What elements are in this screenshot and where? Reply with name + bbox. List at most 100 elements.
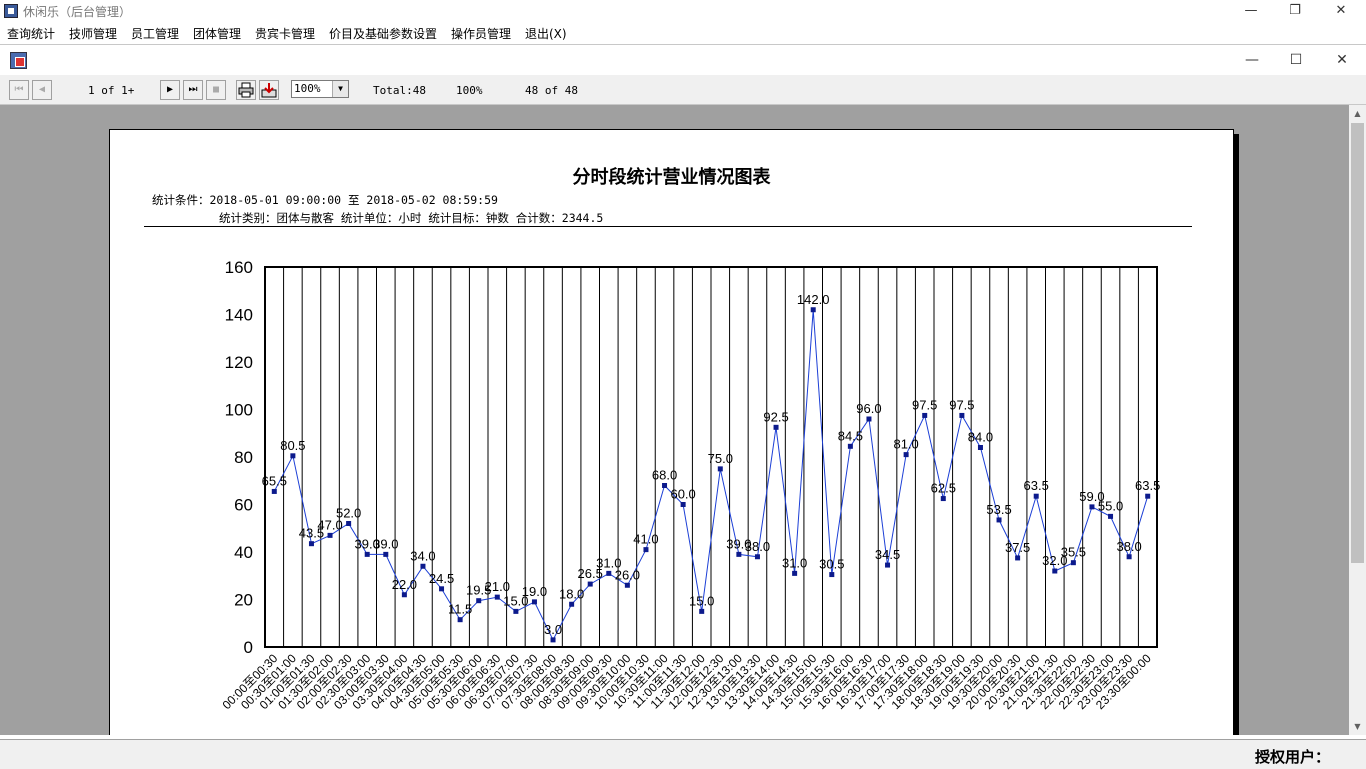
data-point <box>643 547 649 553</box>
data-point <box>903 452 909 458</box>
data-label: 84.0 <box>968 430 993 445</box>
data-label: 96.0 <box>856 401 881 416</box>
data-label: 55.0 <box>1098 498 1123 513</box>
y-tick-label: 0 <box>244 638 253 657</box>
first-page-button[interactable]: ⏮ <box>9 80 29 100</box>
data-label: 39.0 <box>373 536 398 551</box>
data-label: 11.5 <box>448 602 472 617</box>
menu-exit[interactable]: 退出(X) <box>525 25 567 42</box>
data-label: 37.5 <box>1005 540 1030 555</box>
report-category: 统计类别：团体与散客 统计单位：小时 统计目标：钟数 合计数：2344.5 <box>219 211 604 225</box>
data-label: 24.5 <box>429 571 454 586</box>
data-point <box>587 581 593 587</box>
app-title: 休闲乐（后台管理） <box>23 5 132 19</box>
next-page-button[interactable]: ▶ <box>160 80 180 100</box>
data-point <box>346 521 352 526</box>
close-button[interactable]: ✕ <box>1318 0 1364 22</box>
prev-page-button[interactable]: ◀ <box>32 80 52 100</box>
scroll-up-icon[interactable]: ▲ <box>1349 105 1366 122</box>
data-label: 18.0 <box>559 586 584 601</box>
data-label: 97.5 <box>912 397 937 412</box>
app-titlebar: 休闲乐（后台管理） — ❐ ✕ <box>0 0 1366 22</box>
data-point <box>754 554 760 560</box>
report-toolbar: ⏮ ◀ 1 of 1+ ▶ ⏭ ■ 100% ▼ Total:48 100% 4… <box>0 75 1366 105</box>
child-minimize-button[interactable]: — <box>1229 49 1275 71</box>
page-indicator: 1 of 1+ <box>88 84 135 97</box>
menu-bar: 查询统计 技师管理 员工管理 团体管理 贵宾卡管理 价目及基础参数设置 操作员管… <box>0 22 1366 42</box>
report-window-titlebar: — ☐ ✕ <box>0 45 1366 75</box>
data-label: 22.0 <box>392 577 417 592</box>
minimize-button[interactable]: — <box>1228 0 1274 22</box>
data-point <box>308 541 314 547</box>
data-label: 21.0 <box>485 579 510 594</box>
menu-technician[interactable]: 技师管理 <box>69 25 117 42</box>
data-point <box>829 572 835 578</box>
data-label: 19.0 <box>522 584 547 599</box>
data-point <box>717 466 723 472</box>
report-condition: 统计条件：2018-05-01 09:00:00 至 2018-05-02 08… <box>152 193 498 207</box>
data-label: 30.5 <box>819 557 844 572</box>
data-point <box>810 307 816 313</box>
data-point <box>662 483 668 488</box>
data-label: 53.5 <box>986 502 1011 517</box>
data-label: 38.0 <box>1116 539 1141 554</box>
data-label: 62.5 <box>931 481 956 496</box>
stop-button[interactable]: ■ <box>206 80 226 100</box>
zoom-percent: 100% <box>456 84 483 97</box>
data-point <box>327 532 333 538</box>
data-point <box>550 637 556 643</box>
menu-price-settings[interactable]: 价目及基础参数设置 <box>329 25 437 42</box>
menu-staff[interactable]: 员工管理 <box>131 25 179 42</box>
printer-icon[interactable] <box>236 80 256 100</box>
data-point <box>922 412 928 418</box>
data-label: 38.0 <box>745 539 770 554</box>
y-tick-label: 140 <box>225 306 253 325</box>
data-point <box>1052 568 1058 574</box>
menu-group[interactable]: 团体管理 <box>193 25 241 42</box>
y-tick-label: 80 <box>234 448 253 467</box>
data-point <box>940 496 946 502</box>
data-point <box>383 551 389 557</box>
menu-vip-card[interactable]: 贵宾卡管理 <box>255 25 315 42</box>
data-point <box>1145 493 1151 499</box>
data-point <box>364 551 370 557</box>
child-maximize-button[interactable]: ☐ <box>1273 49 1319 71</box>
scroll-down-icon[interactable]: ▼ <box>1349 718 1366 735</box>
data-label: 52.0 <box>336 506 361 521</box>
vertical-scrollbar[interactable]: ▲ ▼ <box>1349 105 1366 735</box>
data-label: 68.0 <box>652 468 677 483</box>
data-point <box>1126 554 1132 560</box>
data-point <box>1070 560 1076 566</box>
menu-query-stats[interactable]: 查询统计 <box>7 25 55 42</box>
data-label: 84.5 <box>838 428 863 443</box>
report-window: — ☐ ✕ ⏮ ◀ 1 of 1+ ▶ ⏭ ■ 100% ▼ Total:48 <box>0 44 1366 769</box>
data-point <box>996 517 1002 523</box>
scroll-thumb[interactable] <box>1351 123 1364 563</box>
report-canvas[interactable]: 分时段统计营业情况图表 统计条件：2018-05-01 09:00:00 至 2… <box>0 105 1349 735</box>
menu-operator[interactable]: 操作员管理 <box>451 25 511 42</box>
data-label: 97.5 <box>949 397 974 412</box>
restore-button[interactable]: ❐ <box>1272 0 1318 22</box>
data-label: 34.0 <box>410 548 435 563</box>
last-page-button[interactable]: ⏭ <box>183 80 203 100</box>
data-label: 63.5 <box>1024 478 1049 493</box>
data-label: 41.0 <box>633 532 658 547</box>
data-point <box>1108 513 1114 519</box>
data-point <box>494 594 500 600</box>
export-icon[interactable] <box>259 80 279 100</box>
y-tick-label: 120 <box>225 353 253 372</box>
data-label: 3.0 <box>544 622 562 637</box>
data-point <box>736 551 742 557</box>
y-tick-label: 160 <box>225 258 253 277</box>
data-point <box>624 582 630 588</box>
data-point <box>680 502 686 507</box>
y-tick-label: 60 <box>234 496 253 515</box>
y-tick-label: 100 <box>225 401 253 420</box>
report-title: 分时段统计营业情况图表 <box>572 167 771 188</box>
data-point <box>476 598 482 604</box>
chevron-down-icon[interactable]: ▼ <box>332 81 348 97</box>
data-point <box>1033 493 1039 499</box>
zoom-select[interactable]: 100% ▼ <box>291 80 349 98</box>
child-close-button[interactable]: ✕ <box>1319 49 1365 71</box>
data-point <box>531 599 537 605</box>
